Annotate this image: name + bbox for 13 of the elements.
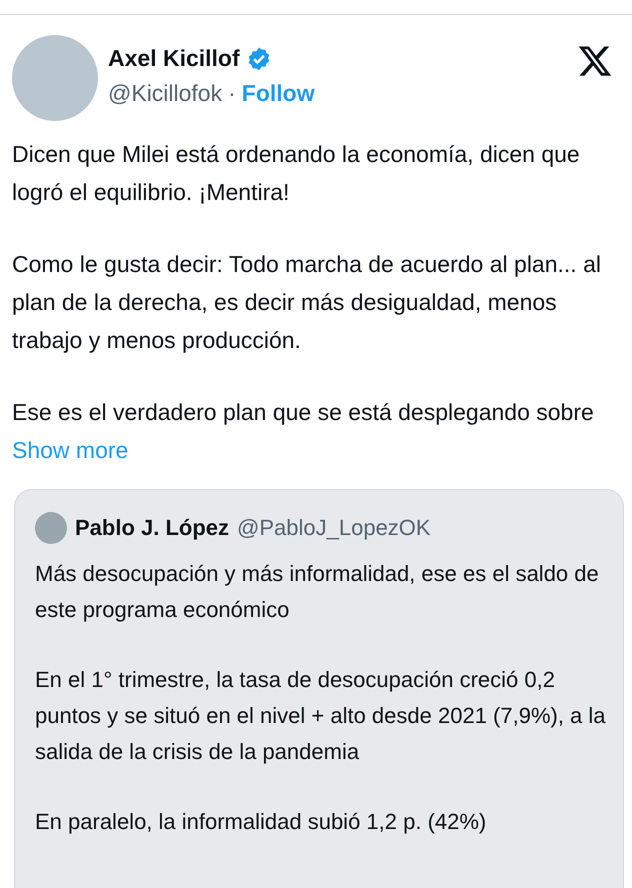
separator-dot: · <box>228 80 236 107</box>
author-name[interactable]: Axel Kicillof <box>108 45 240 72</box>
quoted-tweet-card[interactable] <box>14 489 624 888</box>
tweet-text: Como le gusta decir: Todo marcha de acuerdo al plan... al plan de la derecha, es decir más desigualdad, menos trabajo y menos producción. <box>12 250 602 355</box>
quoted-tweet-text: Más desocupación y más informalidad, ese es el saldo de este programa económico <box>35 560 600 624</box>
quoted-author-name: Pablo J. López <box>75 515 230 541</box>
avatar <box>35 512 67 544</box>
quoted-tweet-text: En el 1° trimestre, la tasa de desocupación creció 0,2 puntos y se situó en el nivel + alto desde 2021 (7,9%), a la salida de la crisis de la pandemia <box>35 666 607 766</box>
quoted-author-handle: @PabloJ_LopezOK <box>237 515 431 541</box>
author-handle[interactable]: @Kicillofok <box>108 80 222 107</box>
tweet-text: Ese es el verdadero plan que se está desplegando sobre Show more <box>12 398 595 465</box>
quoted-tweet-text: En paralelo, la informalidad subió 1,2 p. (42%) <box>35 808 488 836</box>
tweet-text: Dicen que Milei está ordenando la economía, dicen que logró el equilibrio. ¡Mentira! <box>12 140 581 207</box>
